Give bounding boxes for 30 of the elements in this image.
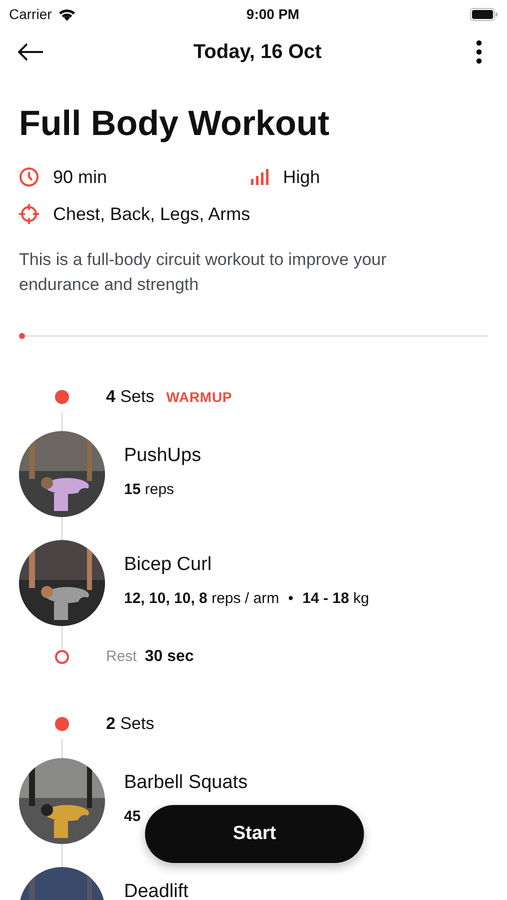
duration-text: 90 min <box>53 166 108 188</box>
wifi-icon <box>58 8 76 20</box>
exercise-reps: 15 reps <box>124 480 174 500</box>
crosshair-icon <box>19 204 39 224</box>
intensity-text: High <box>283 166 320 189</box>
rest-duration: 30 sec <box>144 647 194 667</box>
exercise-reps: 12, 10, 10, 8 reps / arm <box>124 589 280 609</box>
warmup-tag: WARMUP <box>166 386 232 408</box>
clock-icon <box>19 167 39 187</box>
status-time: 9:00 PM <box>246 4 300 24</box>
exercise-name[interactable]: Deadlift <box>124 879 188 900</box>
back-arrow-icon <box>18 43 44 61</box>
more-icon <box>476 40 482 64</box>
separator-dot: • <box>288 589 294 609</box>
intensity-bars-icon <box>251 169 269 185</box>
exercise-weight: 14 - 18 kg <box>302 589 370 609</box>
sets-count: 2 Sets <box>106 713 154 736</box>
exercise-name[interactable]: Bicep Curl <box>124 552 370 578</box>
carrier-label: Carrier <box>9 4 52 24</box>
exercise-name[interactable]: PushUps <box>124 443 202 469</box>
workout-description: This is a full-body circuit workout to improve your endurance and strength <box>19 249 388 296</box>
exercise-reps: 45 <box>124 807 141 827</box>
start-button[interactable]: Start <box>145 805 364 863</box>
exercise-name[interactable]: Barbell Squats <box>124 770 248 796</box>
rest-label: Rest <box>106 646 137 667</box>
header-title: Today, 16 Oct <box>193 40 322 65</box>
workout-title: Full Body Workout <box>19 103 330 145</box>
sets-count: 4 Sets <box>106 386 154 408</box>
battery-icon <box>470 8 498 20</box>
muscle-groups-text: Chest, Back, Legs, Arms <box>53 202 250 226</box>
